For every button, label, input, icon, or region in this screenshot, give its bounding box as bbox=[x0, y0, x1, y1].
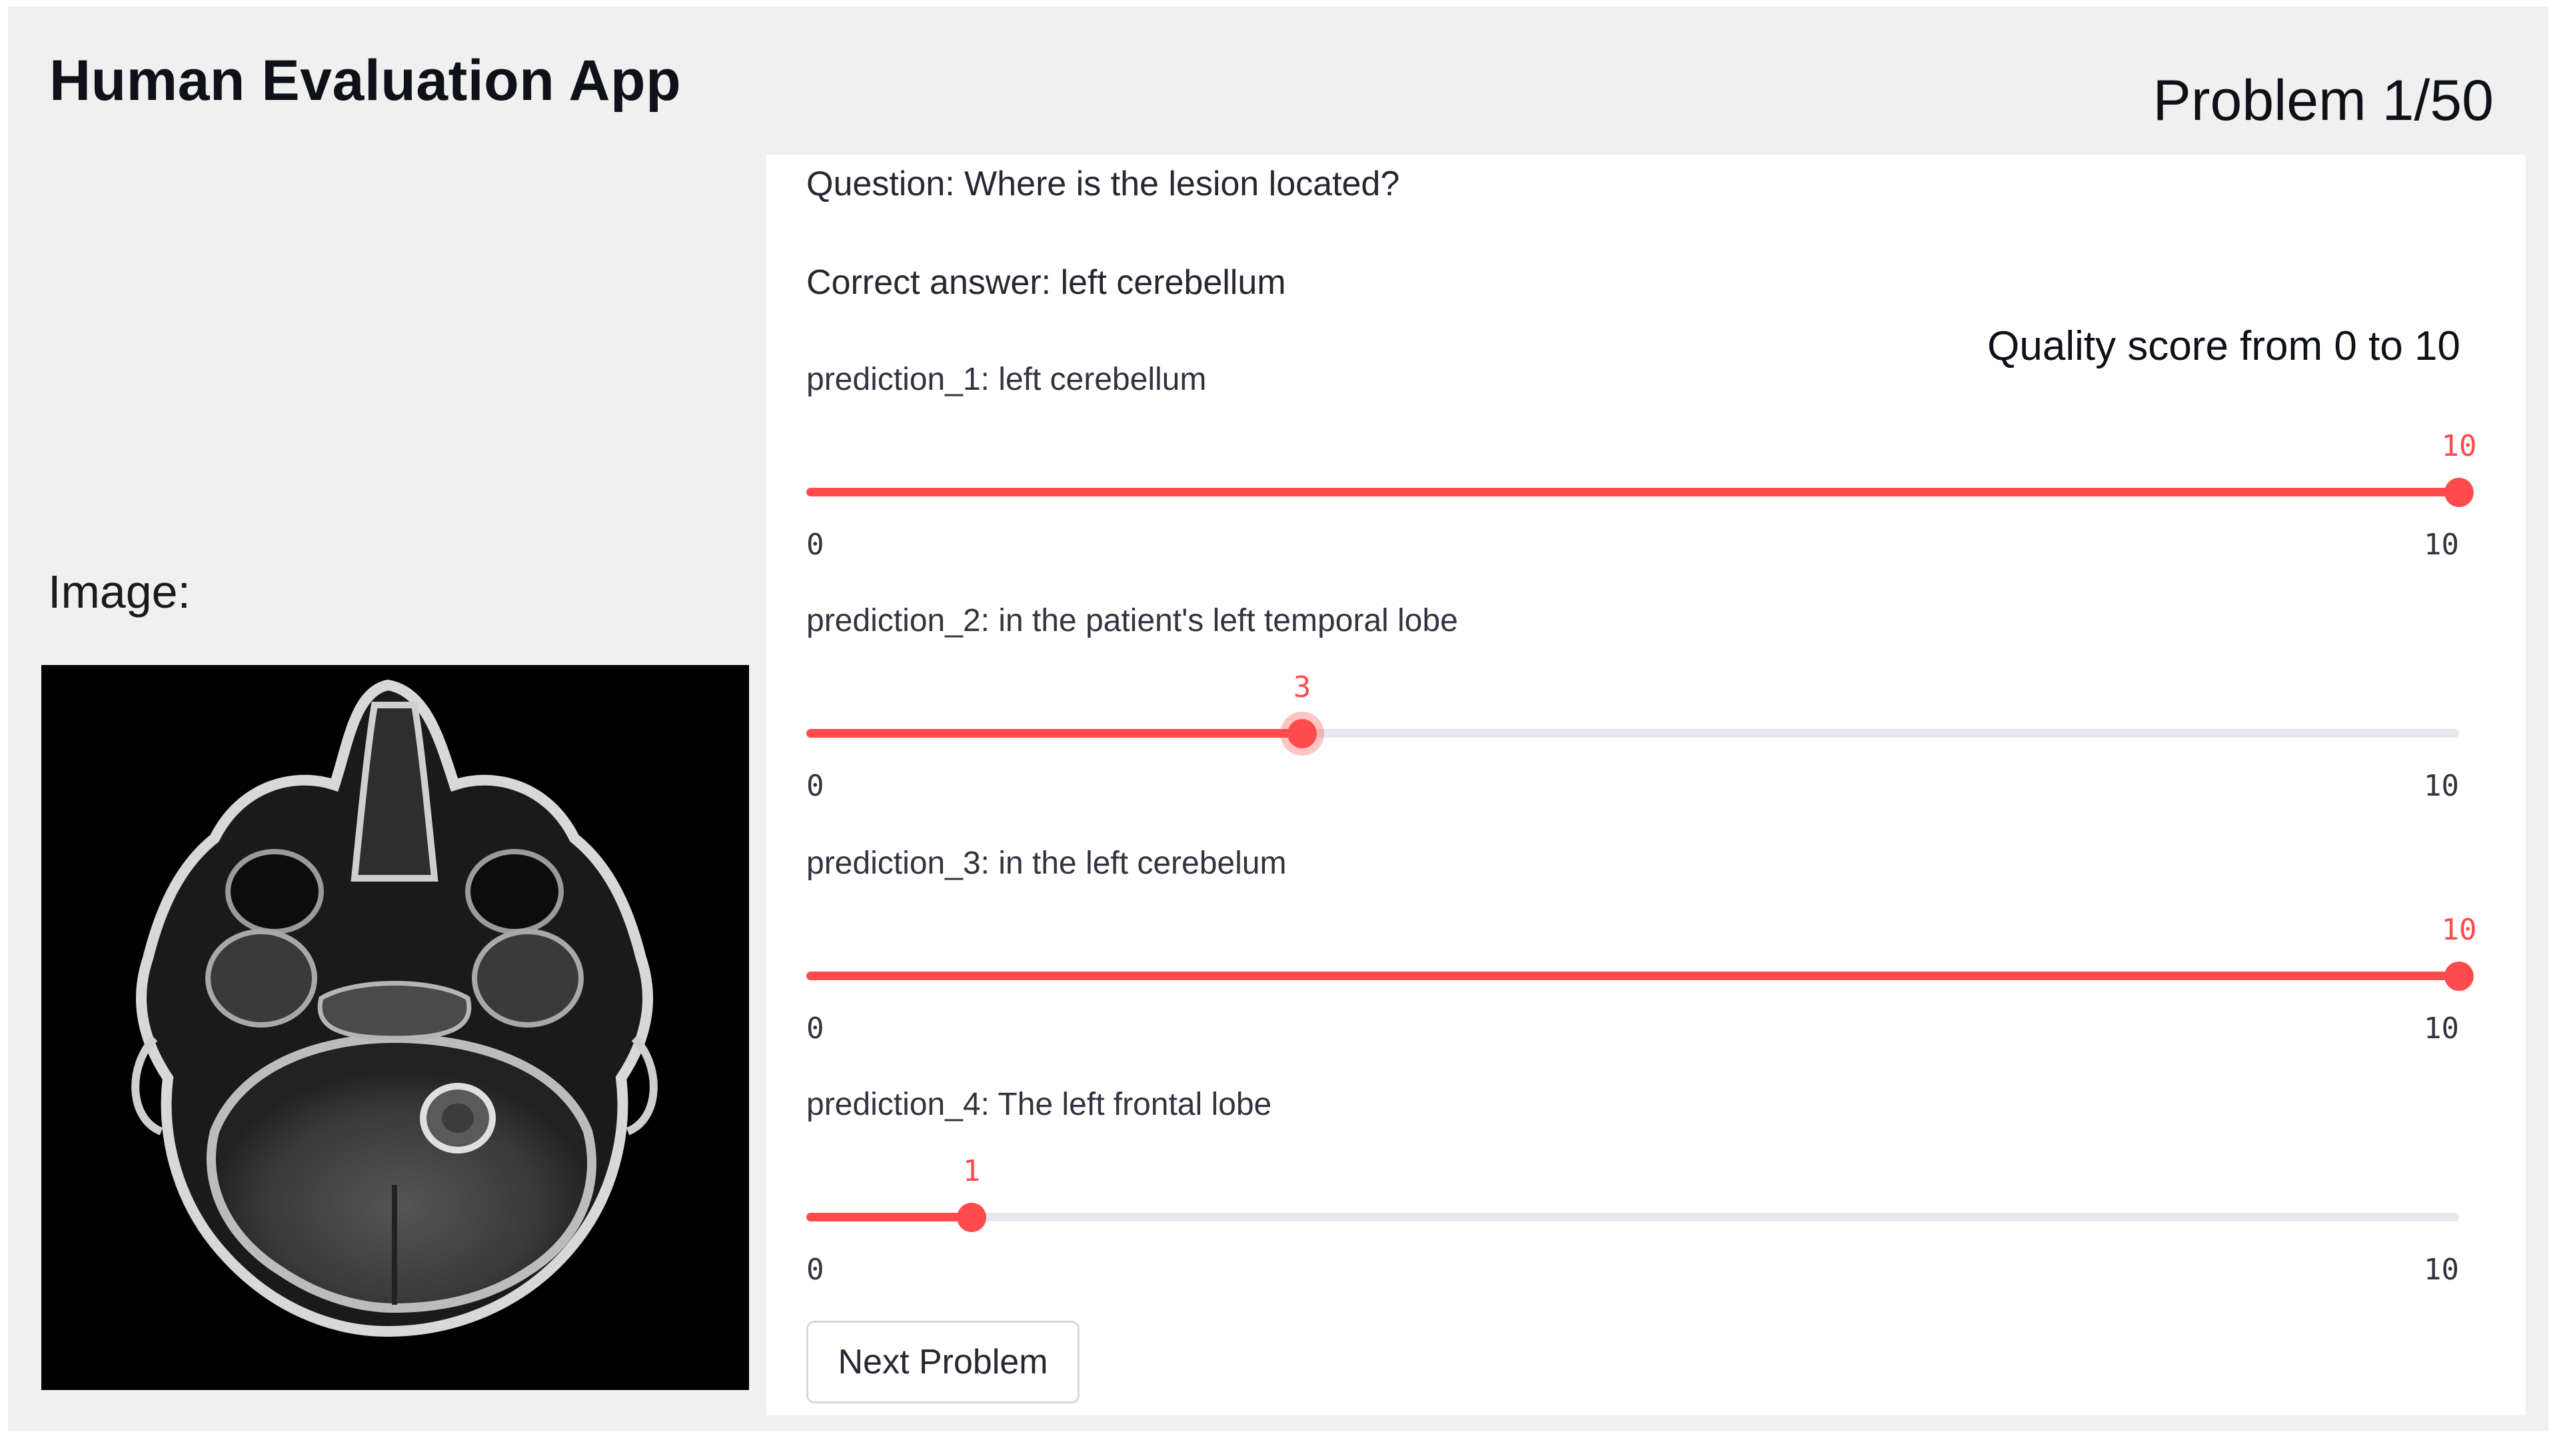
prediction-2-slider-block: prediction_2: in the patient's left temp… bbox=[806, 602, 2459, 803]
prediction-3-label: prediction_3: in the left cerebelum bbox=[806, 846, 1287, 881]
problem-counter: Problem 1/50 bbox=[2152, 69, 2494, 133]
prediction-4-label: prediction_4: The left frontal lobe bbox=[806, 1087, 1272, 1122]
prediction-3-min-label: 0 bbox=[806, 1012, 824, 1046]
prediction-4-slider-thumb[interactable] bbox=[957, 1202, 986, 1232]
prediction-3-max-label: 10 bbox=[2424, 1012, 2459, 1046]
prediction-4-slider-block: prediction_4: The left frontal lobe 1 0 … bbox=[806, 1086, 2459, 1287]
prediction-2-slider-fill bbox=[806, 729, 1302, 738]
prediction-4-max-label: 10 bbox=[2424, 1253, 2459, 1287]
prediction-2-label: prediction_2: in the patient's left temp… bbox=[806, 603, 1458, 638]
prediction-4-min-label: 0 bbox=[806, 1253, 824, 1287]
question-text: Question: Where is the lesion located? bbox=[806, 165, 1400, 203]
prediction-2-slider-track[interactable] bbox=[806, 718, 2459, 748]
prediction-4-value: 1 bbox=[962, 1154, 981, 1188]
correct-answer-text: Correct answer: left cerebellum bbox=[806, 263, 1286, 302]
prediction-3-slider-fill bbox=[806, 972, 2459, 980]
prediction-3-slider-track[interactable] bbox=[806, 961, 2474, 991]
evaluation-panel: Question: Where is the lesion located? C… bbox=[766, 155, 2526, 1415]
prediction-2-min-label: 0 bbox=[806, 769, 824, 803]
prediction-2-slider-thumb[interactable] bbox=[1287, 718, 1317, 748]
prediction-2-max-label: 10 bbox=[2424, 769, 2459, 803]
app-window: Human Evaluation App Problem 1/50 Image: bbox=[8, 7, 2548, 1431]
prediction-1-slider-track[interactable] bbox=[806, 477, 2474, 507]
mri-image bbox=[41, 665, 749, 1390]
prediction-1-max-label: 10 bbox=[2424, 528, 2459, 562]
image-label: Image: bbox=[48, 566, 191, 618]
prediction-4-slider-track[interactable] bbox=[806, 1202, 2459, 1232]
prediction-2-value: 3 bbox=[1293, 670, 1311, 704]
next-problem-button[interactable]: Next Problem bbox=[806, 1321, 1080, 1403]
prediction-4-slider-fill bbox=[806, 1213, 972, 1221]
app-title: Human Evaluation App bbox=[49, 49, 682, 113]
brain-mri-icon bbox=[41, 665, 749, 1390]
prediction-1-slider-fill bbox=[806, 488, 2459, 496]
prediction-1-slider-block: prediction_1: left cerebellum 10 0 10 bbox=[806, 361, 2476, 562]
prediction-1-min-label: 0 bbox=[806, 528, 824, 562]
prediction-3-slider-block: prediction_3: in the left cerebelum 10 0… bbox=[806, 845, 2476, 1046]
prediction-3-slider-thumb[interactable] bbox=[2444, 961, 2474, 991]
prediction-1-slider-thumb[interactable] bbox=[2444, 477, 2474, 507]
prediction-3-value: 10 bbox=[2441, 913, 2477, 947]
prediction-1-value: 10 bbox=[2441, 429, 2477, 463]
prediction-1-label: prediction_1: left cerebellum bbox=[806, 362, 1207, 397]
